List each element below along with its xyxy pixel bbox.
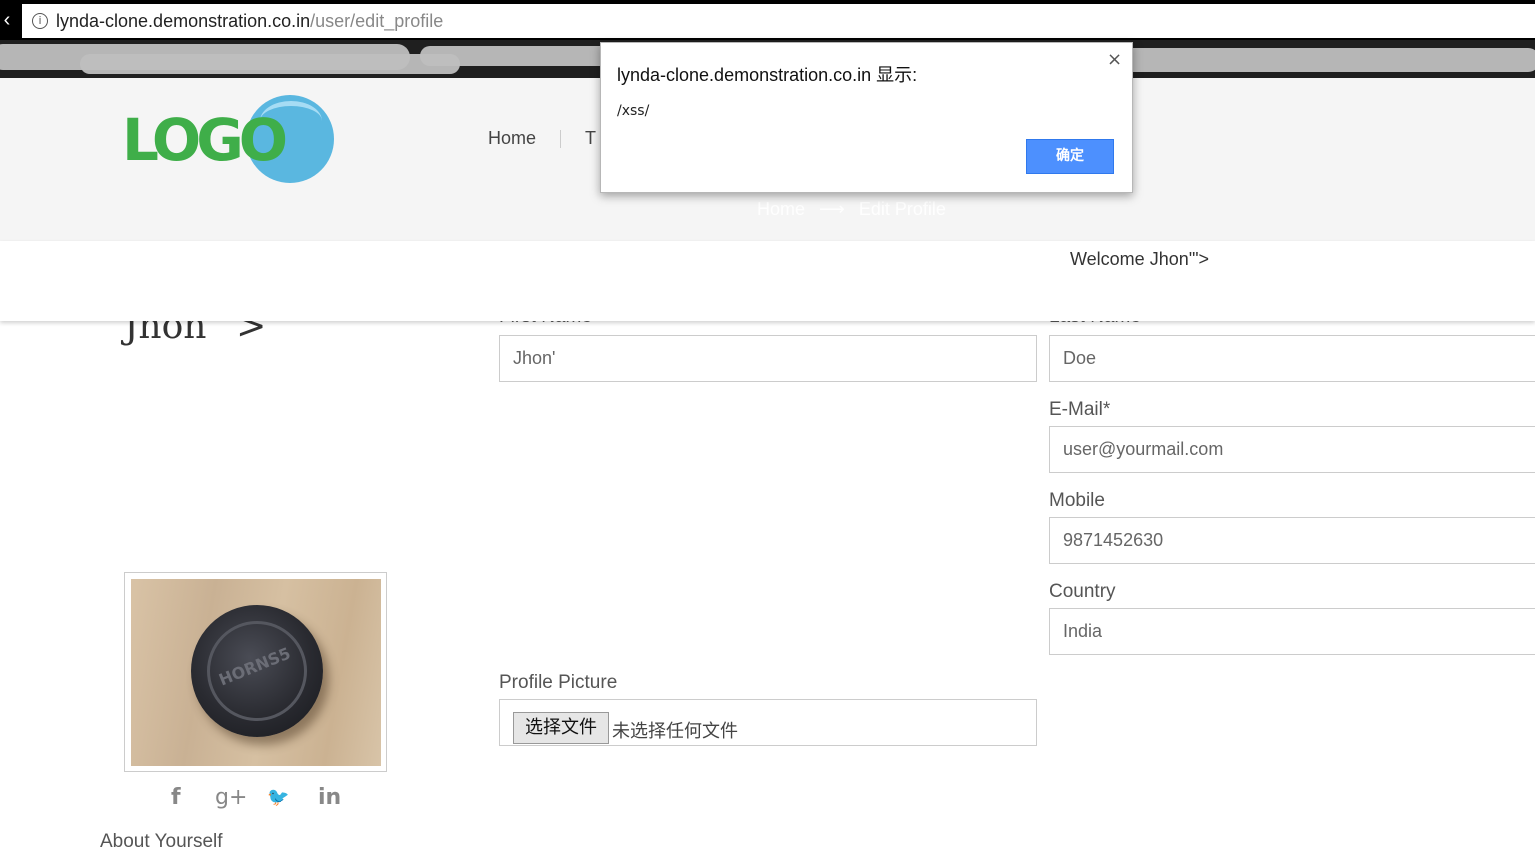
welcome-text: Welcome Jhon'"> — [1070, 249, 1210, 269]
alert-message: /xss/ — [617, 103, 650, 119]
logo-text: LOGO — [122, 106, 288, 174]
redaction-scribble — [80, 54, 460, 74]
main-nav: Home T — [488, 128, 596, 149]
welcome-bar: Welcome Jhon'"> — [0, 241, 1535, 321]
mobile-label: Mobile — [1049, 490, 1105, 511]
profile-picture: HORNS5 — [131, 579, 381, 766]
first-name-input[interactable] — [499, 335, 1037, 382]
nav-divider — [560, 130, 562, 149]
alert-title: lynda-clone.demonstration.co.in 显示: — [617, 65, 918, 85]
breadcrumb-current: Edit Profile — [858, 199, 946, 219]
close-icon[interactable]: × — [1107, 49, 1122, 70]
linkedin-icon[interactable]: in — [318, 785, 341, 810]
url-text[interactable]: lynda-clone.demonstration.co.in/user/edi… — [56, 11, 443, 32]
site-logo[interactable]: LOGO — [122, 94, 336, 188]
email-input[interactable] — [1049, 426, 1535, 473]
profile-picture-file-input: 选择文件 未选择任何文件 — [499, 699, 1037, 746]
url-host: lynda-clone.demonstration.co.in — [56, 11, 311, 31]
address-bar[interactable]: i lynda-clone.demonstration.co.in/user/e… — [22, 4, 1535, 38]
file-status-text: 未选择任何文件 — [612, 721, 738, 742]
facebook-icon[interactable]: f — [171, 785, 181, 810]
choose-file-button[interactable]: 选择文件 — [513, 712, 609, 744]
breadcrumb-home[interactable]: Home — [757, 199, 805, 219]
twitter-icon[interactable]: 🐦 — [267, 787, 289, 808]
nav-item-home[interactable]: Home — [488, 128, 536, 148]
redaction-scribble — [1120, 48, 1535, 72]
about-yourself-label: About Yourself — [100, 831, 223, 852]
arrow-right-icon: ⟶ — [819, 199, 845, 219]
country-input[interactable] — [1049, 608, 1535, 655]
nav-item-partial[interactable]: T — [585, 128, 596, 148]
last-name-input[interactable] — [1049, 335, 1535, 382]
profile-picture-label: Profile Picture — [499, 672, 618, 693]
profile-picture-frame: HORNS5 — [124, 572, 387, 772]
alert-dialog: lynda-clone.demonstration.co.in 显示: × /x… — [600, 42, 1133, 193]
email-label: E-Mail* — [1049, 399, 1111, 420]
google-plus-icon[interactable]: g+ — [215, 785, 247, 810]
cup-lid-image: HORNS5 — [191, 605, 323, 737]
alert-ok-button[interactable]: 确定 — [1026, 139, 1114, 174]
url-path: /user/edit_profile — [310, 11, 444, 31]
breadcrumb: Home ⟶ Edit Profile — [757, 199, 946, 220]
mobile-input[interactable] — [1049, 517, 1535, 564]
country-label: Country — [1049, 581, 1116, 602]
browser-toolbar: ‹ i lynda-clone.demonstration.co.in/user… — [0, 0, 1535, 40]
back-arrow-icon[interactable]: ‹ — [0, 8, 14, 32]
info-icon[interactable]: i — [32, 13, 48, 29]
